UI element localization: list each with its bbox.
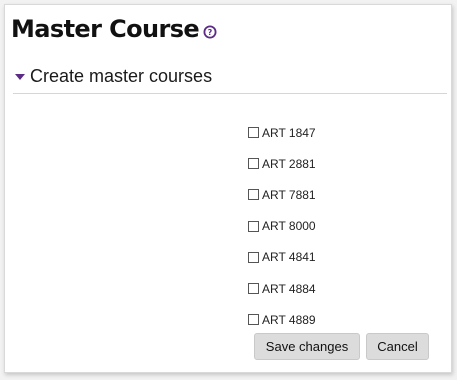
svg-text:?: ? <box>208 28 213 37</box>
course-checkbox[interactable] <box>248 220 259 232</box>
cancel-button[interactable]: Cancel <box>366 333 429 360</box>
course-checkbox[interactable] <box>248 189 259 201</box>
page-title: Master Course <box>11 15 200 43</box>
course-item: ART 2881 <box>248 148 316 179</box>
course-checkbox[interactable] <box>248 251 259 263</box>
course-checkbox[interactable] <box>248 158 259 170</box>
caret-down-icon <box>15 74 25 80</box>
course-label[interactable]: ART 1847 <box>262 126 316 140</box>
course-checkbox[interactable] <box>248 127 259 139</box>
course-item: ART 4884 <box>248 273 316 304</box>
course-item: ART 8000 <box>248 211 316 242</box>
course-label[interactable]: ART 4884 <box>262 282 316 296</box>
master-course-panel: Master Course ? Create master courses AR… <box>4 4 452 373</box>
course-label[interactable]: ART 7881 <box>262 188 316 202</box>
course-label[interactable]: ART 8000 <box>262 219 316 233</box>
course-checkbox[interactable] <box>248 314 259 326</box>
section-toggle[interactable]: Create master courses <box>15 65 212 87</box>
course-item: ART 1847 <box>248 117 316 148</box>
course-checkbox-list: ART 1847 ART 2881 ART 7881 ART 8000 ART … <box>248 117 316 335</box>
course-label[interactable]: ART 4889 <box>262 313 316 327</box>
course-item: ART 4841 <box>248 242 316 273</box>
help-icon[interactable]: ? <box>203 24 217 38</box>
save-changes-button[interactable]: Save changes <box>254 333 360 360</box>
course-label[interactable]: ART 4841 <box>262 250 316 264</box>
course-item: ART 7881 <box>248 179 316 210</box>
section-divider <box>13 93 447 94</box>
course-label[interactable]: ART 2881 <box>262 157 316 171</box>
course-checkbox[interactable] <box>248 283 259 295</box>
section-title: Create master courses <box>30 66 213 86</box>
course-item: ART 4889 <box>248 304 316 335</box>
title-row: Master Course ? <box>11 14 217 44</box>
